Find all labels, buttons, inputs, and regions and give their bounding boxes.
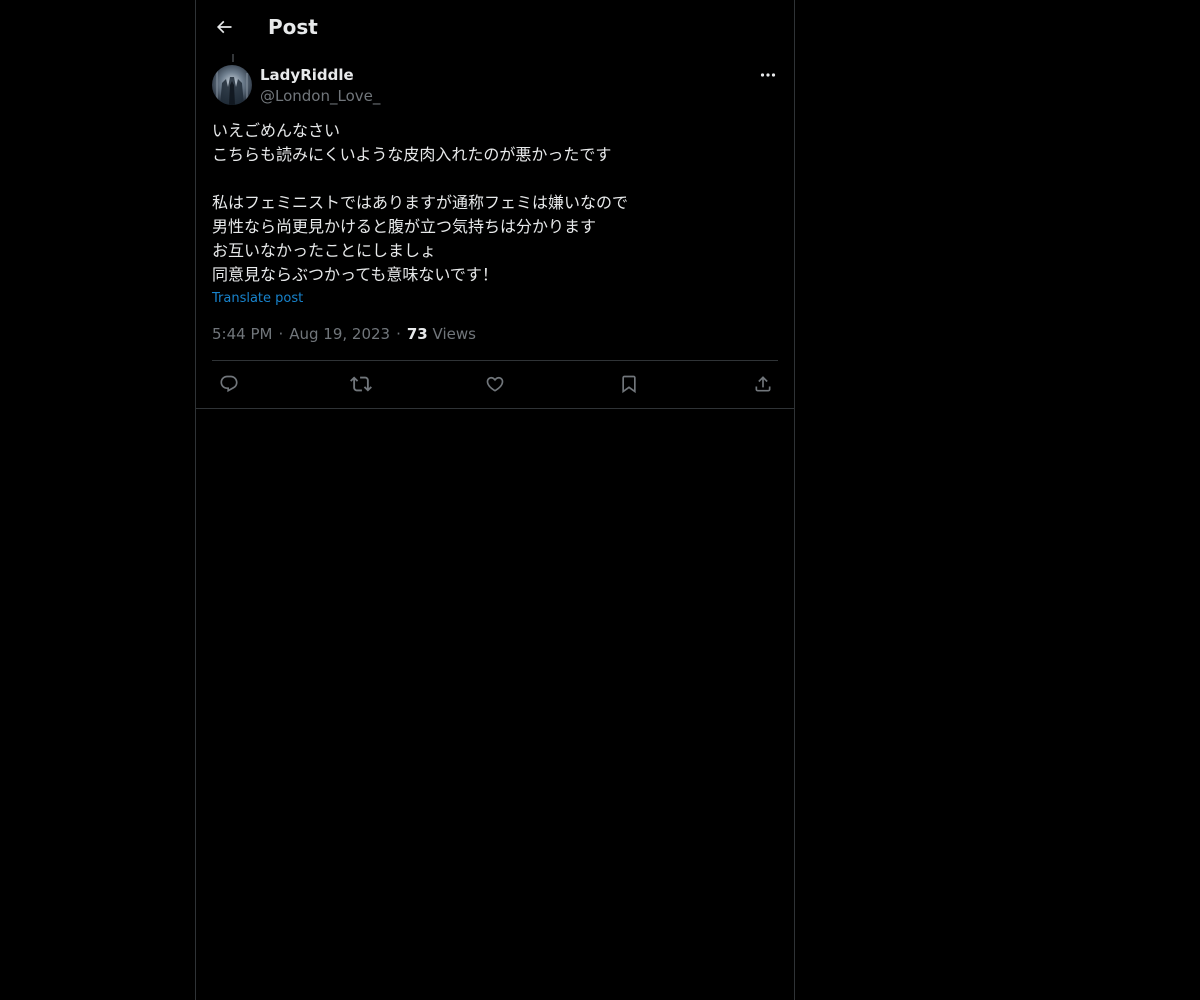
heart-icon bbox=[485, 374, 505, 394]
repost-button[interactable] bbox=[344, 364, 378, 404]
repost-icon bbox=[350, 373, 372, 395]
share-icon bbox=[753, 374, 773, 394]
meta-separator: · bbox=[396, 325, 401, 343]
main-column: Post LadyRiddle @London_Love_ いえごめんなさい こ… bbox=[195, 0, 795, 1000]
share-button[interactable] bbox=[746, 364, 780, 404]
post-text-line: 男性なら尚更見かけると腹が立つ気持ちは分かります bbox=[212, 217, 597, 236]
more-options-button[interactable] bbox=[756, 66, 780, 84]
post-meta: 5:44 PM · Aug 19, 2023 · 73 Views bbox=[212, 324, 476, 344]
back-button[interactable] bbox=[208, 11, 240, 43]
bookmark-button[interactable] bbox=[612, 364, 646, 404]
reply-button[interactable] bbox=[212, 364, 246, 404]
post-text-line: お互いなかったことにしましょ bbox=[212, 241, 437, 260]
author-handle[interactable]: @London_Love_ bbox=[260, 86, 380, 106]
like-button[interactable] bbox=[478, 364, 512, 404]
post-text-line: いえごめんなさい bbox=[212, 121, 341, 140]
arrow-left-icon bbox=[214, 17, 234, 37]
avatar[interactable] bbox=[212, 65, 252, 105]
page-title: Post bbox=[268, 15, 318, 39]
page-header: Post bbox=[196, 0, 794, 54]
author-display-name[interactable]: LadyRiddle bbox=[260, 65, 354, 85]
post-text-line: 私はフェミニストではありますが通称フェミは嫌いなので bbox=[212, 193, 629, 212]
post-text: いえごめんなさい こちらも読みにくいような皮肉入れたのが悪かったです 私はフェミ… bbox=[212, 119, 778, 287]
post-actions-bar bbox=[212, 364, 778, 404]
more-horizontal-icon bbox=[760, 72, 776, 78]
divider bbox=[212, 360, 778, 361]
meta-separator: · bbox=[278, 325, 284, 343]
post-bottom-border bbox=[196, 408, 794, 409]
views-label: Views bbox=[432, 325, 476, 343]
bookmark-icon bbox=[619, 374, 639, 394]
views-count: 73 bbox=[406, 325, 428, 343]
translate-post-link[interactable]: Translate post bbox=[212, 290, 303, 308]
post-date[interactable]: Aug 19, 2023 bbox=[289, 325, 390, 343]
post-time[interactable]: 5:44 PM bbox=[212, 325, 272, 343]
post-text-line bbox=[212, 167, 778, 191]
post-text-line: 同意見ならぶつかっても意味ないです！ bbox=[212, 265, 498, 284]
post-text-line: こちらも読みにくいような皮肉入れたのが悪かったです bbox=[212, 145, 612, 164]
reply-icon bbox=[219, 374, 239, 394]
thread-connector bbox=[232, 54, 234, 62]
